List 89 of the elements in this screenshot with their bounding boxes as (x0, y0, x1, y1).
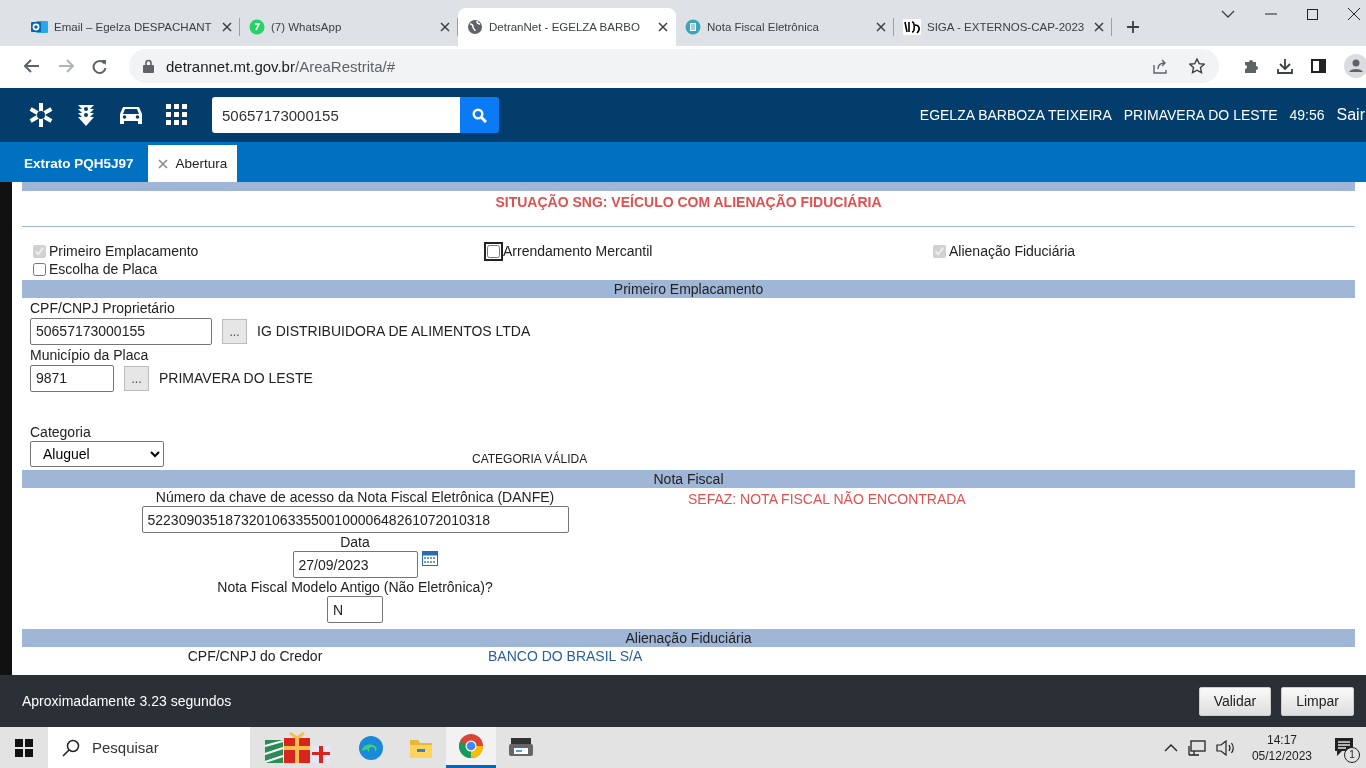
new-tab-icon[interactable] (1126, 20, 1140, 34)
gifts-drawing (264, 731, 332, 764)
field-label: CPF/CNPJ Proprietário (30, 300, 176, 317)
chrome-icon[interactable] (458, 733, 484, 759)
clock[interactable]: 14:17 05/12/2023 (1251, 731, 1312, 764)
puzzle-icon[interactable] (1243, 58, 1259, 74)
input-field[interactable]: 9871 (30, 364, 114, 392)
chevron-up-icon[interactable] (1163, 743, 1178, 752)
clock-time: 14:17 (1266, 731, 1297, 748)
browser-icon[interactable] (358, 734, 384, 761)
page-tab[interactable]: Extrato PQH5J97 (12, 145, 146, 182)
action-button[interactable]: Validar (1198, 686, 1272, 716)
checkbox-label: Escolha de Placa (49, 261, 158, 277)
browser-tab[interactable]: (7) WhatsApp (240, 8, 458, 46)
side-panel-icon[interactable] (1311, 59, 1326, 73)
network-icon[interactable] (1187, 739, 1206, 756)
category-select[interactable]: Aluguel (30, 441, 164, 467)
input-field[interactable]: 52230903518732010633550010000648261072010318 (141, 506, 569, 533)
download-icon[interactable] (1277, 58, 1293, 74)
star-icon[interactable] (1189, 58, 1205, 74)
checkbox-label: Primeiro Emplacamento (49, 243, 199, 259)
search-placeholder: Pesquisar (92, 739, 159, 756)
user-name: EGELZA BARBOZA TEIXEIRA (919, 107, 1112, 123)
input-field[interactable]: 50657173000155 (30, 317, 212, 345)
lookup-button[interactable]: ... (124, 365, 149, 391)
address-bar[interactable]: detrannet.mt.gov.br/AreaRestrita/# (129, 49, 1219, 83)
close-icon[interactable] (222, 22, 232, 32)
car-icon[interactable] (118, 104, 144, 126)
browser-tab[interactable]: Email – Egelza DESPACHANT (22, 8, 240, 46)
creditor-name: BANCO DO BRASIL S/A (488, 648, 644, 664)
date-field[interactable]: 27/09/2023 (292, 551, 418, 578)
grid-icon[interactable] (166, 104, 188, 126)
field-label: Categoria (30, 424, 92, 441)
reload-icon[interactable] (92, 58, 107, 74)
lookup-button[interactable]: ... (222, 318, 247, 344)
browser-tab[interactable]: DetranNet - EGELZA BARBO (458, 8, 676, 46)
status-text: Aproximadamente 3.23 segundos (22, 693, 232, 709)
close-icon[interactable] (658, 22, 668, 32)
logo-icon (903, 19, 921, 35)
field-label: CPF/CNPJ do Credor (187, 648, 323, 664)
search-button[interactable] (460, 97, 499, 133)
close-icon[interactable] (1348, 8, 1360, 20)
snowflake-icon[interactable] (28, 102, 54, 128)
browser-tab[interactable]: Nota Fiscal Eletrônica (676, 8, 894, 46)
chat-icon (249, 19, 265, 35)
field-label: Número da chave de acesso da Nota Fiscal Eletrônica (DANFE) (155, 489, 555, 506)
traffic-light-icon[interactable] (76, 103, 96, 127)
close-icon[interactable] (876, 22, 886, 32)
globe-icon (467, 19, 483, 35)
session-timer: 49:56 (1289, 107, 1325, 123)
alert-message: SITUAÇÃO SNG: VEÍCULO COM ALIENAÇÃO FIDUCIÁRIA (494, 194, 883, 210)
search-field[interactable]: Pesquisar (48, 727, 250, 768)
section-header: Alienação Fiduciária (22, 629, 1355, 647)
section-header: Primeiro Emplacamento (22, 280, 1355, 298)
action-button[interactable]: Limpar (1281, 686, 1354, 716)
search-field[interactable]: 50657173000155 (212, 97, 460, 133)
volume-icon[interactable] (1215, 739, 1236, 756)
chevron-down-icon[interactable] (1221, 10, 1235, 18)
search-icon (472, 107, 487, 123)
field-label: Município da Placa (30, 347, 150, 364)
checkbox-label: Alienação Fiduciária (949, 243, 1076, 259)
browser-tab[interactable]: SIGA - EXTERNOS-CAP-2023 (894, 8, 1112, 46)
close-icon[interactable] (1094, 22, 1104, 32)
category-status: CATEGORIA VÁLIDA (472, 452, 588, 466)
owner-name: IG DISTRIBUIDORA DE ALIMENTOS LTDA (257, 323, 531, 339)
city-name: PRIMAVERA DO LESTE (159, 370, 313, 386)
logout-link[interactable]: Sair (1336, 106, 1365, 124)
maximize-icon[interactable] (1307, 8, 1318, 20)
calendar-icon[interactable] (421, 551, 438, 566)
back-icon[interactable] (24, 59, 40, 73)
section-header: Nota Fiscal (22, 470, 1355, 488)
windows-icon[interactable] (15, 738, 33, 757)
share-icon[interactable] (1153, 58, 1169, 74)
clock-date: 05/12/2023 (1251, 747, 1312, 764)
error-message: SEFAZ: NOTA FISCAL NÃO ENCONTRADA (688, 491, 967, 509)
close-icon[interactable] (440, 22, 450, 32)
search-icon (62, 738, 80, 757)
lock-icon (143, 59, 154, 73)
mail-icon (31, 19, 48, 35)
page-tab[interactable]: Abertura (147, 145, 238, 182)
field-label: Data (340, 534, 370, 551)
checkbox[interactable] (487, 244, 500, 258)
field-label: Nota Fiscal Modelo Antigo (Não Eletrônica)? (217, 579, 493, 596)
checkbox[interactable] (33, 262, 46, 276)
city-name: PRIMAVERA DO LESTE (1123, 107, 1278, 123)
checkbox-label: Arrendamento Mercantil (503, 243, 653, 259)
document-icon (685, 19, 701, 35)
profile-icon[interactable] (1344, 54, 1366, 78)
input-field[interactable]: N (327, 596, 383, 623)
